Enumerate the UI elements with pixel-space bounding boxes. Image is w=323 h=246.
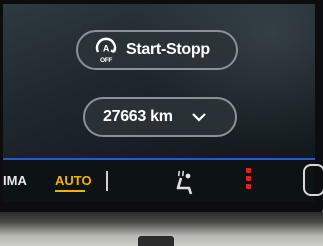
start-stop-button[interactable]: A OFF Start-Stopp xyxy=(76,30,238,70)
odometer-dropdown[interactable]: 27663 km xyxy=(83,97,237,137)
start-stop-label: Start-Stopp xyxy=(126,41,210,58)
odometer-value: 27663 km xyxy=(103,108,173,125)
off-text: OFF xyxy=(100,57,112,64)
heat-level-dot xyxy=(246,176,251,181)
corner-button[interactable] xyxy=(303,164,323,196)
vent-slot xyxy=(138,236,174,246)
auto-active-indicator xyxy=(55,190,85,192)
heat-level-dot xyxy=(246,168,251,173)
klima-label[interactable]: IMA xyxy=(3,173,27,188)
auto-climate-button[interactable]: AUTO xyxy=(55,173,92,188)
seat-heat-level-indicator xyxy=(246,168,252,194)
chevron-down-icon xyxy=(191,113,206,122)
svg-text:A: A xyxy=(103,44,110,54)
auto-start-stop-off-icon: A OFF xyxy=(95,37,117,64)
heated-seat-icon[interactable] xyxy=(171,168,197,196)
climate-bottom-bar: IMA AUTO xyxy=(3,158,323,202)
divider xyxy=(106,171,108,191)
heat-level-dot xyxy=(246,184,251,189)
